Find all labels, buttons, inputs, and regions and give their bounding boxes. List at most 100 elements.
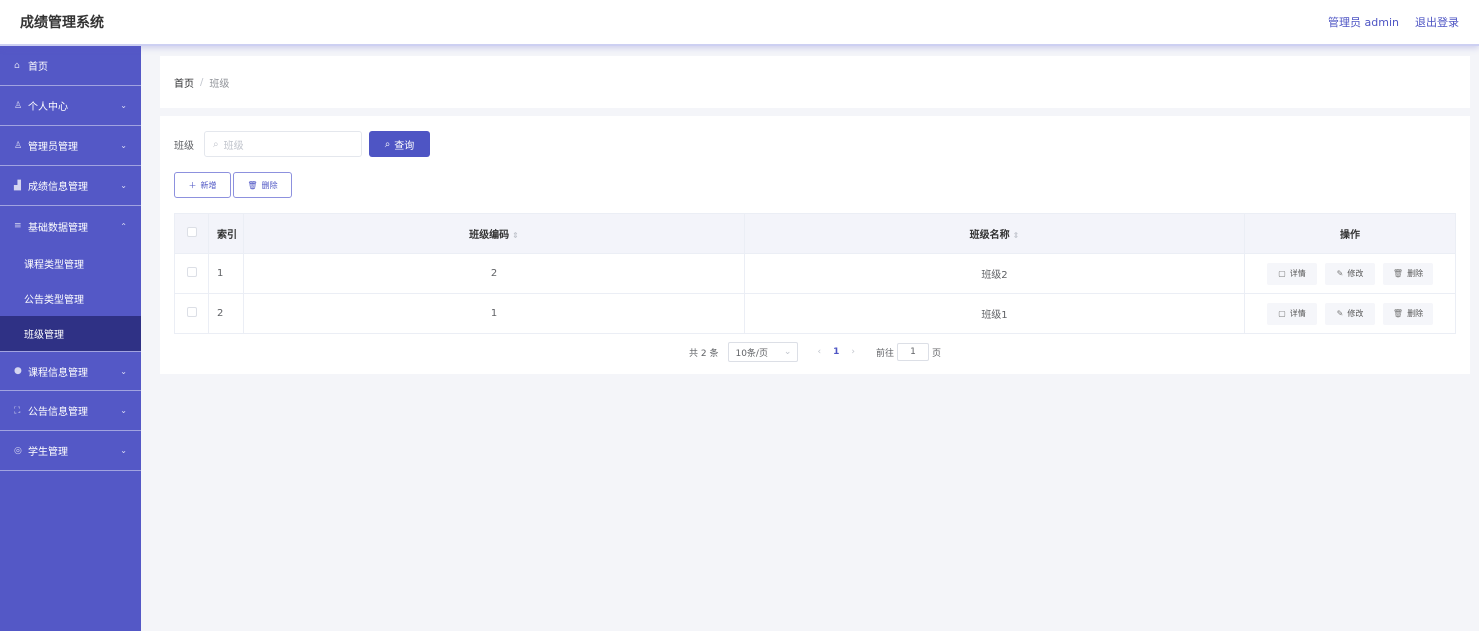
page-size-select[interactable]: 10条/页 ⌄ <box>728 342 799 362</box>
page-size-value: 10条/页 <box>735 348 768 359</box>
delete-button-label: 删除 <box>261 180 278 190</box>
admin-user-link[interactable]: 管理员 admin <box>1328 14 1399 30</box>
edit-icon: ✎ <box>1336 309 1344 318</box>
prev-page-button[interactable]: ‹ <box>817 347 821 357</box>
cell-name: 班级2 <box>744 253 1245 294</box>
user-icon: ♙ <box>14 100 23 111</box>
sidebar-item-basic-data-management[interactable]: ≡ 基础数据管理 ⌃ <box>0 206 141 246</box>
column-header-name[interactable]: 班级名称 ⇕ <box>744 213 1245 254</box>
search-button-label: 查询 <box>394 140 415 152</box>
chevron-down-icon: ⌄ <box>120 181 127 190</box>
delete-label: 删除 <box>1407 269 1424 278</box>
sort-icon[interactable]: ⇕ <box>512 231 519 240</box>
chevron-up-icon: ⌃ <box>120 221 127 231</box>
row-check-cell <box>174 253 209 294</box>
search-placeholder: 班级 <box>223 140 244 152</box>
breadcrumb: 首页 / 班级 <box>160 56 1470 108</box>
sidebar-subitem-class-management[interactable]: 班级管理 <box>0 316 141 351</box>
chevron-down-icon: ⌄ <box>120 141 127 150</box>
sidebar-item-personal-center[interactable]: ♙ 个人中心 ⌄ <box>0 86 141 126</box>
search-button[interactable]: ⌕ 查询 <box>369 131 430 157</box>
trash-icon: 🗑 <box>247 180 258 190</box>
sidebar-submenu: 课程类型管理 公告类型管理 班级管理 <box>0 246 141 351</box>
sidebar-item-student-management[interactable]: ◎ 学生管理 ⌄ <box>0 431 141 471</box>
sidebar-item-label: 基础数据管理 <box>28 222 88 234</box>
cell-ops: ▢ 详情 ✎ 修改 🗑 删除 <box>1244 293 1456 334</box>
delete-button[interactable]: 🗑 删除 <box>1383 262 1433 285</box>
sidebar-subitem-course-type[interactable]: 课程类型管理 <box>0 246 141 281</box>
search-icon: ⌕ <box>213 138 219 150</box>
chevron-down-icon: ⌄ <box>120 406 127 415</box>
top-header: 成绩管理系统 管理员 admin 退出登录 <box>0 0 1479 46</box>
document-icon: ▢ <box>1278 269 1286 278</box>
row-check-cell <box>174 293 209 334</box>
column-header-index: 索引 <box>208 213 244 254</box>
pagination: 共 2 条 10条/页 ⌄ ‹ 1 › 前往 1 页 <box>160 342 1470 362</box>
add-button[interactable]: ＋ 新增 <box>174 172 231 198</box>
sidebar-item-label: 学生管理 <box>28 447 68 458</box>
chevron-down-icon: ⌄ <box>120 446 127 455</box>
detail-label: 详情 <box>1289 269 1306 278</box>
cell-name: 班级1 <box>744 293 1245 334</box>
content-card: 班级 ⌕ 班级 ⌕ 查询 ＋ 新增 🗑 删除 索引 班级编码 ⇕ 班级名称 ⇕ … <box>160 116 1470 374</box>
location-icon: ● <box>14 366 22 376</box>
search-label: 班级 <box>174 140 194 152</box>
chevron-down-icon: ⌄ <box>120 101 127 110</box>
database-icon: ≡ <box>14 221 22 231</box>
column-header-ops: 操作 <box>1244 213 1456 254</box>
sidebar-item-admin-management[interactable]: ♙ 管理员管理 ⌄ <box>0 126 141 166</box>
sidebar: ⌂ 首页 ♙ 个人中心 ⌄ ♙ 管理员管理 ⌄ ▟ 成绩信息管理 ⌄ ≡ 基础数… <box>0 46 141 631</box>
app-title: 成绩管理系统 <box>20 15 104 31</box>
detail-label: 详情 <box>1289 309 1306 318</box>
batch-delete-button[interactable]: 🗑 删除 <box>233 172 292 198</box>
row-checkbox[interactable] <box>186 307 197 317</box>
home-icon: ⌂ <box>14 60 20 71</box>
pagination-total: 共 2 条 <box>689 348 719 359</box>
fullscreen-icon: ⛶ <box>14 405 21 416</box>
chart-icon: ▟ <box>14 180 21 191</box>
breadcrumb-separator: / <box>200 76 204 88</box>
edit-button[interactable]: ✎ 修改 <box>1325 302 1375 325</box>
row-actions: ▢ 详情 ✎ 修改 🗑 删除 <box>1245 302 1455 325</box>
plus-icon: ＋ <box>188 180 197 190</box>
logout-link[interactable]: 退出登录 <box>1415 14 1459 30</box>
cell-code: 2 <box>243 253 745 294</box>
trash-icon: 🗑 <box>1392 309 1404 318</box>
sidebar-item-course-info[interactable]: ● 课程信息管理 ⌄ <box>0 351 141 391</box>
breadcrumb-home[interactable]: 首页 <box>174 75 194 90</box>
goto-prefix: 前往 <box>875 348 894 359</box>
goto-page-input[interactable]: 1 <box>896 343 929 361</box>
cell-index: 1 <box>208 253 244 294</box>
next-page-button[interactable]: › <box>851 347 855 357</box>
detail-button[interactable]: ▢ 详情 <box>1267 302 1317 325</box>
sidebar-item-notice-info[interactable]: ⛶ 公告信息管理 ⌄ <box>0 391 141 431</box>
class-table: 索引 班级编码 ⇕ 班级名称 ⇕ 操作 1 2 班级2 ▢ 详情 ✎ 修改 🗑 … <box>174 213 1456 334</box>
edit-label: 修改 <box>1347 269 1364 278</box>
page-number-button[interactable]: 1 <box>833 347 839 357</box>
row-checkbox[interactable] <box>186 267 197 277</box>
table-row: 2 1 班级1 ▢ 详情 ✎ 修改 🗑 删除 <box>174 293 1456 334</box>
sidebar-item-label: 首页 <box>28 62 48 73</box>
edit-icon: ✎ <box>1336 269 1344 278</box>
column-header-code[interactable]: 班级编码 ⇕ <box>243 213 745 254</box>
sidebar-subitem-notice-type[interactable]: 公告类型管理 <box>0 281 141 316</box>
sidebar-item-label: 个人中心 <box>28 102 68 113</box>
table-header-row: 索引 班级编码 ⇕ 班级名称 ⇕ 操作 <box>174 213 1456 254</box>
detail-button[interactable]: ▢ 详情 <box>1267 262 1317 285</box>
search-form: 班级 ⌕ 班级 ⌕ 查询 <box>174 131 430 157</box>
sidebar-item-score-management[interactable]: ▟ 成绩信息管理 ⌄ <box>0 166 141 206</box>
table-row: 1 2 班级2 ▢ 详情 ✎ 修改 🗑 删除 <box>174 253 1456 294</box>
sidebar-item-label: 成绩信息管理 <box>28 182 88 193</box>
row-actions: ▢ 详情 ✎ 修改 🗑 删除 <box>1245 262 1455 285</box>
cell-ops: ▢ 详情 ✎ 修改 🗑 删除 <box>1244 253 1456 294</box>
sort-icon[interactable]: ⇕ <box>1013 231 1020 240</box>
trash-icon: 🗑 <box>1392 269 1404 278</box>
goto-suffix: 页 <box>931 348 941 359</box>
student-icon: ◎ <box>14 445 22 456</box>
add-button-label: 新增 <box>200 180 217 190</box>
edit-button[interactable]: ✎ 修改 <box>1325 262 1375 285</box>
sidebar-item-home[interactable]: ⌂ 首页 <box>0 46 141 86</box>
search-input[interactable]: ⌕ 班级 <box>204 131 362 157</box>
select-all-checkbox[interactable] <box>186 227 197 237</box>
delete-button[interactable]: 🗑 删除 <box>1383 302 1433 325</box>
